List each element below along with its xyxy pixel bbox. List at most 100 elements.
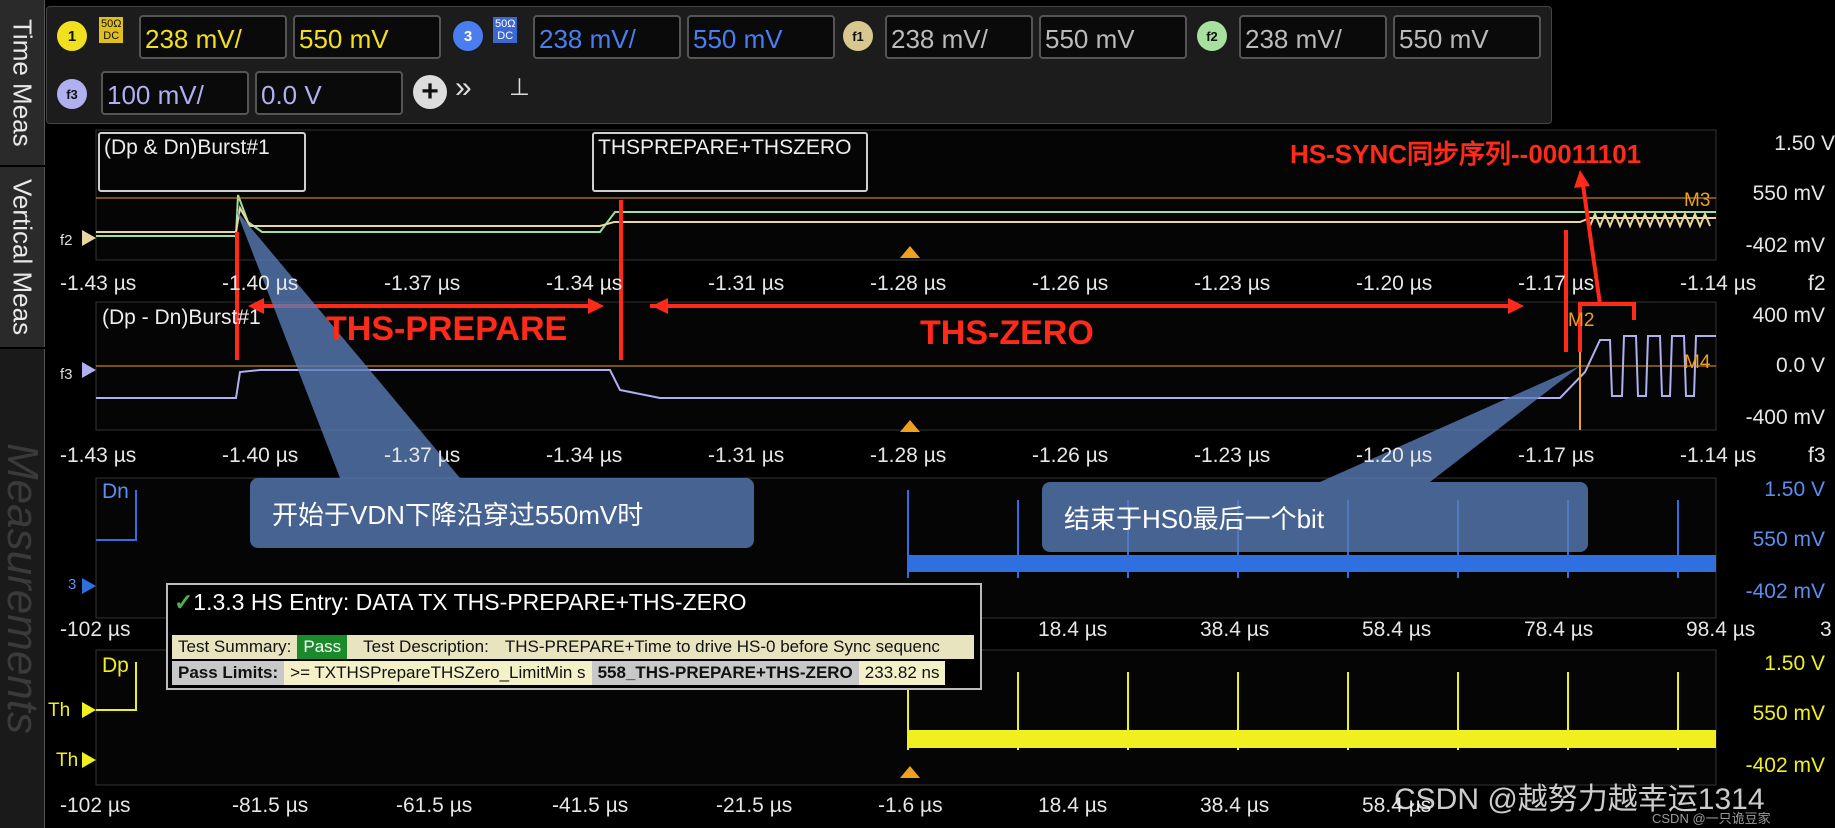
dn-vlabel-top: 1.50 V [1764, 478, 1825, 501]
dn-tick-label: 78.4 µs [1524, 618, 1594, 641]
channel-3-termination: 50Ω DC [493, 17, 518, 43]
limits-value: >= TXTHSPrepareTHSZero_LimitMin s [284, 661, 592, 685]
channel-3-term-top: 50Ω [495, 18, 516, 30]
tab-time-meas[interactable]: Time Meas [0, 0, 45, 165]
f3-vlabel-top: 400 mV [1752, 304, 1825, 327]
tab-vertical-meas[interactable]: Vertical Meas [0, 167, 45, 347]
th-upper-marker [82, 702, 96, 718]
function-f3-scale-field[interactable]: 100 mV/ [101, 71, 249, 115]
test-summary-row: Test Summary: Pass Test Description: THS… [172, 635, 974, 659]
function-f1-badge-text: f1 [852, 28, 864, 44]
dn-tick-label: 58.4 µs [1362, 618, 1432, 641]
dn-tick-label: 98.4 µs [1686, 618, 1756, 641]
dp-tick-label: -81.5 µs [232, 794, 309, 817]
function-f3-badge-text: f3 [66, 86, 78, 102]
channel-1-scale-field[interactable]: 238 mV/ [139, 15, 287, 59]
test-title: ✓1.3.3 HS Entry: DATA TX THS-PREPARE+THS… [174, 589, 746, 616]
f2-ground-marker [82, 230, 96, 246]
f3-vlabel-bottom: -400 mV [1745, 406, 1825, 429]
pin-icon[interactable]: ⊥ [509, 73, 530, 102]
ths-zero-label: THS-ZERO [920, 314, 1094, 352]
f3-tick-label: -1.43 µs [60, 444, 137, 467]
channel-1-term-bottom: DC [103, 30, 120, 42]
plus-circle-icon[interactable]: + [413, 75, 447, 109]
f2-channel-tag: f2 [60, 232, 73, 249]
f3-tick-label: -1.31 µs [708, 444, 785, 467]
f2-tick-label: -1.31 µs [708, 272, 785, 295]
description-value: THS-PREPARE+Time to drive HS-0 before Sy… [504, 637, 940, 656]
function-f1-scale-field[interactable]: 238 mV/ [885, 15, 1033, 59]
function-f3-offset-field[interactable]: 0.0 V [255, 71, 403, 115]
f2-tick-label: -1.40 µs [222, 272, 299, 295]
function-f1-badge[interactable]: f1 [843, 21, 873, 51]
f2-burst-label: (Dp & Dn)Burst#1 [98, 132, 306, 192]
dp-tick-label: -41.5 µs [552, 794, 629, 817]
marker-m3: M3 [1684, 190, 1711, 211]
f3-tick-label: -1.20 µs [1356, 444, 1433, 467]
f2-tick-label: -1.23 µs [1194, 272, 1271, 295]
watermark-small: CSDN @一只诡豆家 [1652, 811, 1771, 826]
dp-tick-label: -1.6 µs [878, 794, 943, 817]
channel-3-badge[interactable]: 3 [453, 21, 483, 51]
dn-tick-label: -102 µs [60, 618, 131, 641]
f3-tick-label: -1.34 µs [546, 444, 623, 467]
description-label: Test Description: [363, 637, 489, 656]
channel-1-badge[interactable]: 1 [57, 21, 87, 51]
function-f2-badge-text: f2 [1206, 28, 1218, 44]
f2-vlabel-bottom: -402 mV [1745, 234, 1825, 257]
dp-tick-label: 38.4 µs [1200, 794, 1270, 817]
tab-vertical-meas-label: Vertical Meas [7, 178, 38, 336]
f2-vlabel-top: 1.50 V [1774, 132, 1835, 155]
dp-label: Dp [102, 654, 129, 677]
f2-tick-label: -1.28 µs [870, 272, 947, 295]
function-f1-offset-field[interactable]: 550 mV [1039, 15, 1187, 59]
f3-tick-label: -1.37 µs [384, 444, 461, 467]
status-badge: Pass [297, 635, 348, 659]
dp-tick-label: -21.5 µs [716, 794, 793, 817]
marker-m4: M4 [1684, 352, 1711, 373]
f2-tick-label: -1.17 µs [1518, 272, 1595, 295]
hs-sync-annotation: HS-SYNC同步序列--00011101 [1290, 139, 1642, 169]
dn-tick-label: 38.4 µs [1200, 618, 1270, 641]
f3-tick-label: -1.23 µs [1194, 444, 1271, 467]
dn-right-channel: 3 [1820, 618, 1832, 641]
dn-vlabel-mid: 550 mV [1752, 528, 1825, 551]
f2-vlabel-mid: 550 mV [1752, 182, 1825, 205]
ths-prepare-label: THS-PREPARE [326, 310, 568, 348]
f2-tick-label: -1.20 µs [1356, 272, 1433, 295]
marker-m2: M2 [1568, 310, 1595, 331]
channel-1-term-top: 50Ω [101, 18, 122, 30]
channel-1-termination: 50Ω DC [99, 17, 124, 43]
tab-measurements[interactable]: Measurements [0, 349, 47, 828]
function-f2-offset-field[interactable]: 550 mV [1393, 15, 1541, 59]
th-upper-label: Th [48, 700, 71, 721]
double-chevron-icon[interactable]: » [455, 71, 472, 105]
waveform-display[interactable] [46, 126, 1835, 828]
f3-tick-label: -1.26 µs [1032, 444, 1109, 467]
dp-tick-label: -102 µs [60, 794, 131, 817]
summary-label: Test Summary: [178, 637, 292, 656]
f3-tick-label: -1.28 µs [870, 444, 947, 467]
channel-3-term-bottom: DC [497, 30, 514, 42]
measurement-name: 558_THS-PREPARE+THS-ZERO [591, 661, 859, 685]
function-f3-badge[interactable]: f3 [57, 79, 87, 109]
f2-tick-label: -1.43 µs [60, 272, 137, 295]
f3-ground-marker [82, 362, 96, 378]
f2-region-label: THSPREPARE+THSZERO [592, 132, 868, 192]
f3-tick-label: -1.14 µs [1680, 444, 1757, 467]
function-f2-scale-field[interactable]: 238 mV/ [1239, 15, 1387, 59]
dn-channel-tag: 3 [68, 576, 77, 593]
channel-1-offset-field[interactable]: 550 mV [293, 15, 441, 59]
dn-vlabel-bottom: -402 mV [1745, 580, 1825, 603]
channel-3-scale-field[interactable]: 238 mV/ [533, 15, 681, 59]
function-f2-badge[interactable]: f2 [1197, 21, 1227, 51]
f3-channel-tag: f3 [60, 366, 73, 383]
f3-tick-label: -1.40 µs [222, 444, 299, 467]
f2-tick-label: -1.14 µs [1680, 272, 1757, 295]
channel-3-offset-field[interactable]: 550 mV [687, 15, 835, 59]
check-icon: ✓ [174, 589, 194, 615]
dn-ground-marker [82, 578, 96, 594]
end-callout: 结束于HS0最后一个bit [1042, 482, 1588, 552]
th-lower-label: Th [56, 750, 79, 771]
pass-limits-row: Pass Limits: >= TXTHSPrepareTHSZero_Limi… [172, 661, 974, 685]
